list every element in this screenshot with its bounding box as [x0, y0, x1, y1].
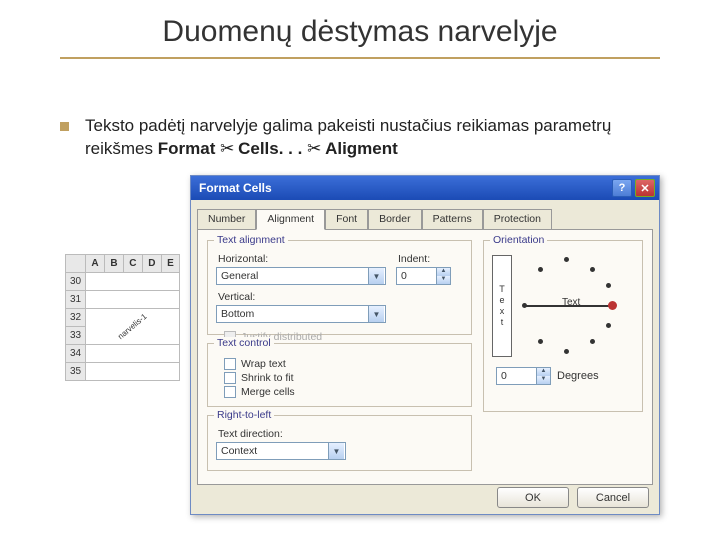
- horizontal-combo[interactable]: General ▼: [216, 267, 386, 285]
- close-button[interactable]: ✕: [635, 179, 655, 197]
- tab-alignment[interactable]: Alignment: [256, 209, 325, 230]
- spinner-down-icon[interactable]: ▼: [536, 376, 550, 384]
- horizontal-label: Horizontal:: [218, 253, 386, 265]
- tab-font[interactable]: Font: [325, 209, 368, 230]
- dialog-title: Format Cells: [199, 181, 272, 195]
- slide-title: Duomenų dėstymas narvelyje: [0, 15, 720, 59]
- row-header: 30: [66, 273, 86, 291]
- col-header: E: [161, 255, 179, 273]
- text-direction-label: Text direction:: [218, 428, 463, 440]
- indent-value: 0: [397, 270, 436, 282]
- text-control-group: Text control Wrap text Shrink to fit Mer…: [207, 343, 472, 407]
- text-direction-value: Context: [217, 445, 327, 457]
- scissors-icon: ✂: [307, 139, 320, 158]
- degrees-value: 0: [497, 370, 536, 382]
- orientation-handle-icon[interactable]: [608, 301, 617, 310]
- chevron-down-icon[interactable]: ▼: [328, 443, 344, 459]
- diagonal-cell-text: narvelis-1: [116, 312, 148, 341]
- menu-format: Format: [158, 139, 216, 158]
- wrap-text-checkbox[interactable]: Wrap text: [224, 358, 463, 370]
- group-legend: Right-to-left: [214, 409, 274, 421]
- scissors-icon: ✂: [220, 139, 233, 158]
- tab-panel: Text alignment Horizontal: General ▼ Ver…: [197, 229, 653, 485]
- row-header: 33: [66, 327, 86, 345]
- spinner-down-icon[interactable]: ▼: [436, 276, 450, 284]
- checkbox-icon: [224, 372, 236, 384]
- vertical-label: Vertical:: [218, 291, 386, 303]
- col-header: D: [142, 255, 161, 273]
- menu-cells: Cells. . .: [238, 139, 302, 158]
- text-direction-combo[interactable]: Context ▼: [216, 442, 346, 460]
- checkbox-icon: [224, 386, 236, 398]
- row-header: 31: [66, 291, 86, 309]
- tab-border[interactable]: Border: [368, 209, 422, 230]
- bullet-icon: [60, 122, 69, 131]
- tab-strip: Number Alignment Font Border Patterns Pr…: [197, 208, 653, 229]
- slide-paragraph: Teksto padėtį narvelyje galima pakeisti …: [60, 115, 670, 161]
- shrink-to-fit-checkbox[interactable]: Shrink to fit: [224, 372, 463, 384]
- orientation-group: Orientation T e x t: [483, 240, 643, 412]
- help-button[interactable]: ?: [612, 179, 632, 197]
- chevron-down-icon[interactable]: ▼: [368, 306, 384, 322]
- vertical-text-button[interactable]: T e x t: [492, 255, 512, 357]
- chevron-down-icon[interactable]: ▼: [368, 268, 384, 284]
- col-header: A: [86, 255, 105, 273]
- ok-button[interactable]: OK: [497, 487, 569, 508]
- row-header: 34: [66, 345, 86, 363]
- format-cells-dialog: Format Cells ? ✕ Number Alignment Font B…: [190, 175, 660, 515]
- menu-alignment: Aligment: [325, 139, 398, 158]
- cancel-button[interactable]: Cancel: [577, 487, 649, 508]
- horizontal-value: General: [217, 270, 367, 282]
- mini-spreadsheet: A B C D E 30 31 32 narvelis-1 33 34 35: [65, 254, 180, 381]
- orientation-dial[interactable]: Text: [516, 255, 634, 357]
- dialog-titlebar[interactable]: Format Cells ? ✕: [191, 176, 659, 200]
- text-alignment-group: Text alignment Horizontal: General ▼ Ver…: [207, 240, 472, 335]
- row-header: 32: [66, 309, 86, 327]
- degrees-label: Degrees: [557, 370, 599, 382]
- orientation-text-label: Text: [562, 297, 580, 308]
- col-header: B: [104, 255, 123, 273]
- degrees-spinner[interactable]: 0 ▲ ▼: [496, 367, 551, 385]
- indent-spinner[interactable]: 0 ▲ ▼: [396, 267, 451, 285]
- indent-label: Indent:: [398, 253, 451, 265]
- row-header: 35: [66, 363, 86, 381]
- checkbox-icon: [224, 358, 236, 370]
- vertical-combo[interactable]: Bottom ▼: [216, 305, 386, 323]
- group-legend: Orientation: [490, 234, 547, 246]
- group-legend: Text control: [214, 337, 274, 349]
- tab-patterns[interactable]: Patterns: [422, 209, 483, 230]
- tab-protection[interactable]: Protection: [483, 209, 552, 230]
- col-header: C: [123, 255, 142, 273]
- corner-cell: [66, 255, 86, 273]
- tab-number[interactable]: Number: [197, 209, 256, 230]
- spinner-up-icon[interactable]: ▲: [536, 368, 550, 376]
- merge-cells-checkbox[interactable]: Merge cells: [224, 386, 463, 398]
- group-legend: Text alignment: [214, 234, 288, 246]
- right-to-left-group: Right-to-left Text direction: Context ▼: [207, 415, 472, 471]
- spinner-up-icon[interactable]: ▲: [436, 268, 450, 276]
- vertical-value: Bottom: [217, 308, 367, 320]
